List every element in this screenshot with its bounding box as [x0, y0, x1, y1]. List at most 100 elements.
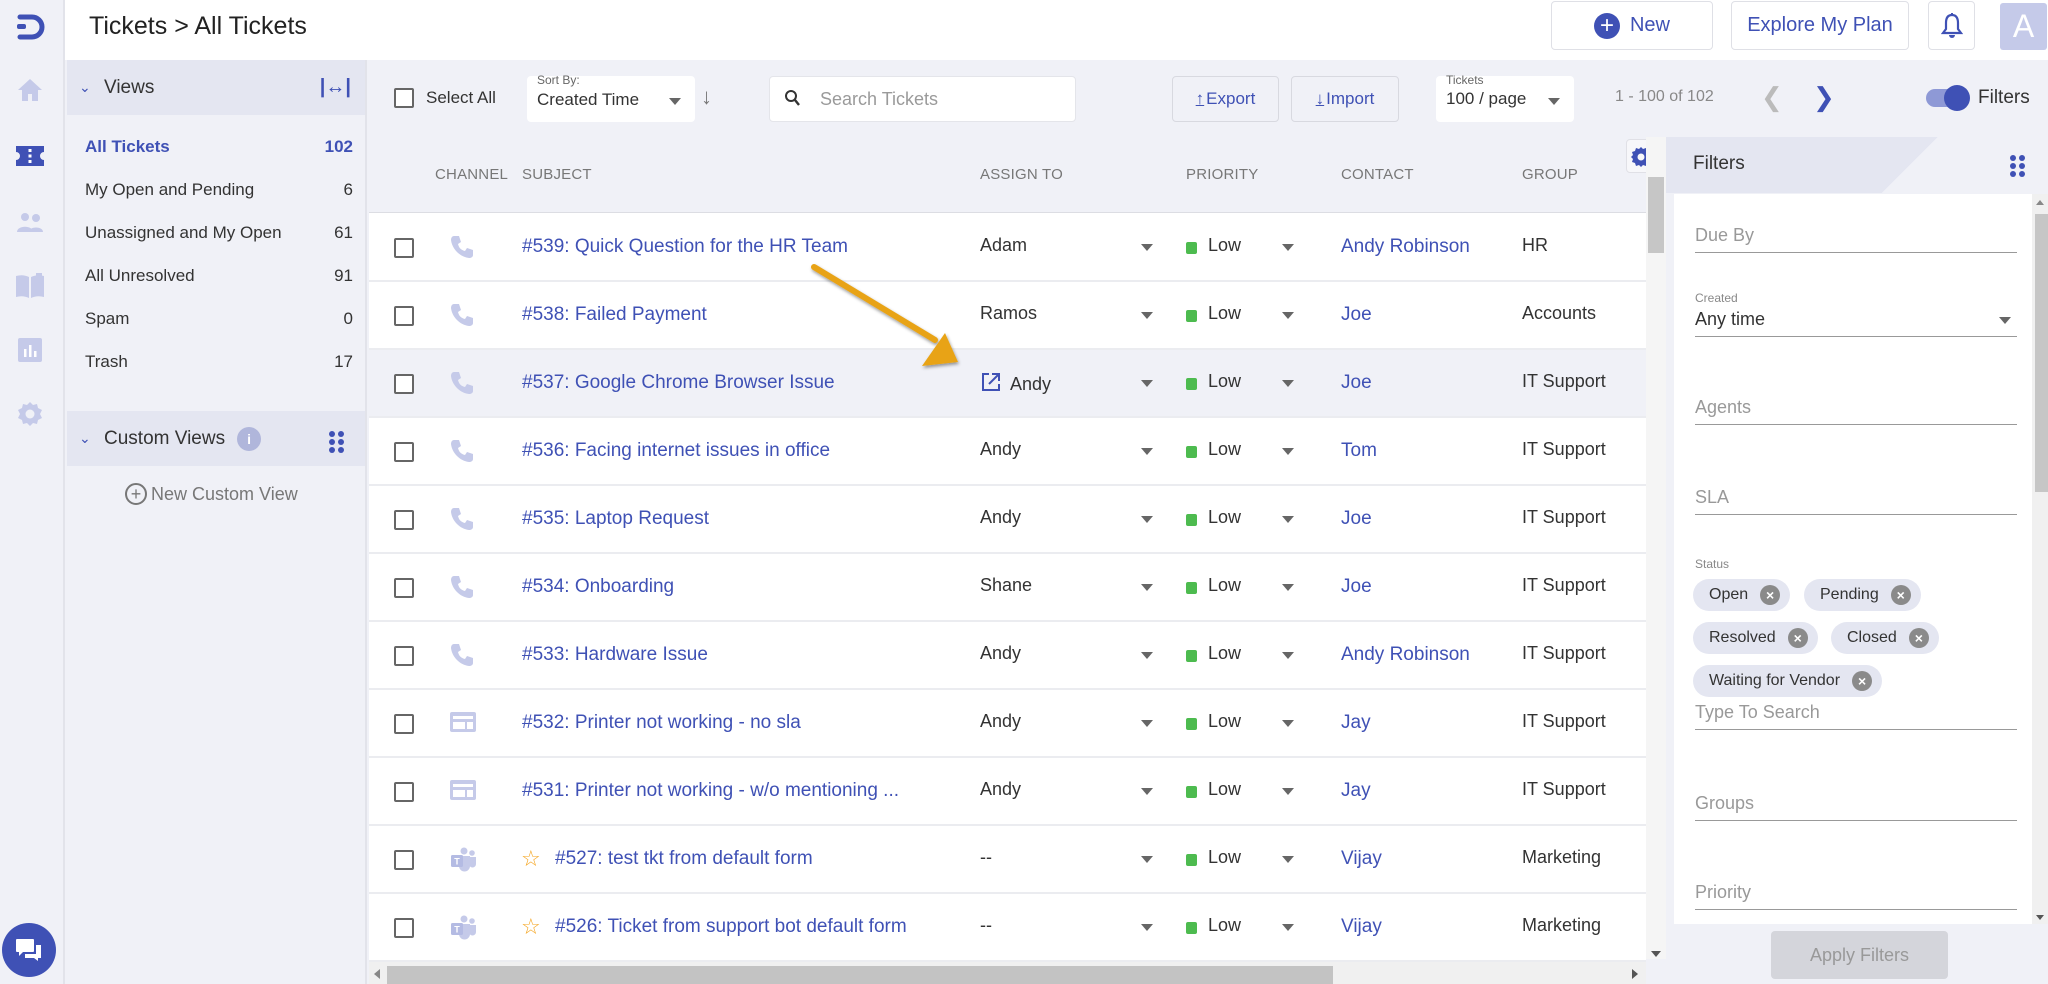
assign-dropdown-caret-icon[interactable] [1141, 448, 1153, 455]
filters-scrollbar[interactable] [2032, 194, 2048, 924]
table-row[interactable]: #539: Quick Question for the HR Team Adam… [369, 214, 1646, 282]
contact-link[interactable]: Joe [1341, 508, 1372, 530]
remove-chip-icon[interactable]: × [1760, 585, 1781, 605]
priority-value[interactable]: Low [1208, 575, 1241, 596]
drag-handle-icon[interactable] [2010, 155, 2025, 177]
open-external-icon[interactable] [980, 371, 1002, 398]
priority-dropdown-caret-icon[interactable] [1282, 448, 1294, 455]
column-header-group[interactable]: GROUP [1522, 166, 1578, 183]
home-icon[interactable] [14, 74, 46, 106]
row-checkbox[interactable] [394, 714, 414, 734]
info-icon[interactable]: i [237, 426, 262, 451]
assign-dropdown-caret-icon[interactable] [1141, 924, 1153, 931]
ticket-subject-link[interactable]: #533: Hardware Issue [522, 644, 708, 666]
ticket-subject-link[interactable]: #534: Onboarding [522, 576, 674, 598]
star-icon[interactable]: ☆ [521, 846, 541, 872]
table-row[interactable]: #538: Failed Payment Ramos Low Joe Accounts [369, 282, 1646, 350]
table-horizontal-scrollbar[interactable] [369, 962, 1646, 984]
priority-dropdown-caret-icon[interactable] [1282, 244, 1294, 251]
scroll-down-arrow-icon[interactable] [1651, 951, 1661, 957]
table-vertical-scrollbar[interactable] [1646, 137, 1666, 959]
filters-toggle-switch[interactable] [1926, 85, 1970, 111]
column-header-subject[interactable]: SUBJECT [522, 166, 592, 183]
view-item-trash[interactable]: Trash 17 [85, 347, 353, 377]
contact-link[interactable]: Vijay [1341, 848, 1382, 870]
custom-views-section-header[interactable]: ⌄ Custom Views i [67, 411, 365, 466]
priority-dropdown-caret-icon[interactable] [1282, 856, 1294, 863]
assign-to-select[interactable]: -- [980, 847, 992, 868]
views-section-header[interactable]: ⌄ Views |↔| [67, 60, 365, 115]
table-row[interactable]: #536: Facing internet issues in office An… [369, 418, 1646, 486]
remove-chip-icon[interactable]: × [1908, 628, 1929, 648]
priority-value[interactable]: Low [1208, 439, 1241, 460]
next-page-chevron-icon[interactable]: ❯ [1813, 82, 1835, 113]
column-header-channel[interactable]: CHANNEL [435, 166, 508, 183]
priority-value[interactable]: Low [1208, 643, 1241, 664]
reports-icon[interactable] [14, 334, 46, 366]
search-tickets-input[interactable] [820, 87, 1060, 111]
ticket-subject-link[interactable]: #537: Google Chrome Browser Issue [522, 372, 835, 394]
priority-value[interactable]: Low [1208, 303, 1241, 324]
assign-to-select[interactable]: Adam [980, 235, 1027, 256]
assign-to-select[interactable]: Andy [980, 507, 1021, 528]
row-checkbox[interactable] [394, 442, 414, 462]
row-checkbox[interactable] [394, 782, 414, 802]
priority-value[interactable]: Low [1208, 235, 1241, 256]
remove-chip-icon[interactable]: × [1852, 671, 1873, 691]
drag-handle-icon[interactable] [329, 431, 344, 453]
assign-dropdown-caret-icon[interactable] [1141, 516, 1153, 523]
chat-support-button[interactable] [2, 923, 56, 977]
priority-dropdown-caret-icon[interactable] [1282, 652, 1294, 659]
assign-to-select[interactable]: Andy [980, 371, 1051, 398]
contact-link[interactable]: Jay [1341, 712, 1371, 734]
view-item-all-tickets[interactable]: All Tickets 102 [85, 132, 353, 162]
assign-dropdown-caret-icon[interactable] [1141, 788, 1153, 795]
explore-my-plan-button[interactable]: Explore My Plan [1731, 1, 1909, 50]
sort-by-select[interactable]: Sort By: Created Time [527, 73, 695, 122]
table-row[interactable]: #533: Hardware Issue Andy Low Andy Robinson… [369, 622, 1646, 690]
select-all-checkbox[interactable]: Select All [394, 88, 496, 108]
app-logo-icon[interactable] [12, 10, 46, 44]
tickets-icon[interactable] [14, 140, 46, 172]
sort-direction-arrow-down-icon[interactable]: ↓ [701, 84, 712, 110]
assign-to-select[interactable]: Andy [980, 439, 1021, 460]
previous-page-chevron-icon[interactable]: ❮ [1761, 82, 1783, 113]
scrollbar-thumb[interactable] [1648, 177, 1664, 253]
priority-value[interactable]: Low [1208, 371, 1241, 392]
settings-icon[interactable] [14, 398, 46, 430]
column-header-contact[interactable]: CONTACT [1341, 166, 1414, 183]
row-checkbox[interactable] [394, 510, 414, 530]
assign-dropdown-caret-icon[interactable] [1141, 312, 1153, 319]
row-checkbox[interactable] [394, 306, 414, 326]
view-item-spam[interactable]: Spam 0 [85, 304, 353, 334]
priority-value[interactable]: Low [1208, 507, 1241, 528]
ticket-subject-link[interactable]: #536: Facing internet issues in office [522, 440, 830, 462]
row-checkbox[interactable] [394, 646, 414, 666]
priority-value[interactable]: Low [1208, 915, 1241, 936]
contact-link[interactable]: Jay [1341, 780, 1371, 802]
knowledge-base-icon[interactable] [14, 270, 46, 302]
user-avatar[interactable]: A [2000, 3, 2047, 50]
contact-link[interactable]: Andy Robinson [1341, 644, 1470, 666]
ticket-subject-link[interactable]: #532: Printer not working - no sla [522, 712, 801, 734]
ticket-subject-link[interactable]: #527: test tkt from default form [555, 848, 813, 870]
new-ticket-button[interactable]: + New [1551, 1, 1713, 50]
ticket-subject-link[interactable]: #538: Failed Payment [522, 304, 707, 326]
row-checkbox[interactable] [394, 374, 414, 394]
assign-to-select[interactable]: Ramos [980, 303, 1037, 324]
column-header-priority[interactable]: PRIORITY [1186, 166, 1258, 183]
assign-to-select[interactable]: -- [980, 915, 992, 936]
contact-link[interactable]: Vijay [1341, 916, 1382, 938]
priority-dropdown-caret-icon[interactable] [1282, 312, 1294, 319]
groups-field[interactable]: Groups [1695, 793, 2017, 821]
assign-dropdown-caret-icon[interactable] [1141, 584, 1153, 591]
priority-dropdown-caret-icon[interactable] [1282, 516, 1294, 523]
assign-to-select[interactable]: Andy [980, 779, 1021, 800]
priority-dropdown-caret-icon[interactable] [1282, 788, 1294, 795]
scroll-right-arrow-icon[interactable] [1632, 969, 1638, 979]
assign-dropdown-caret-icon[interactable] [1141, 856, 1153, 863]
priority-dropdown-caret-icon[interactable] [1282, 924, 1294, 931]
contact-link[interactable]: Joe [1341, 372, 1372, 394]
priority-value[interactable]: Low [1208, 779, 1241, 800]
checkbox[interactable] [394, 88, 414, 108]
